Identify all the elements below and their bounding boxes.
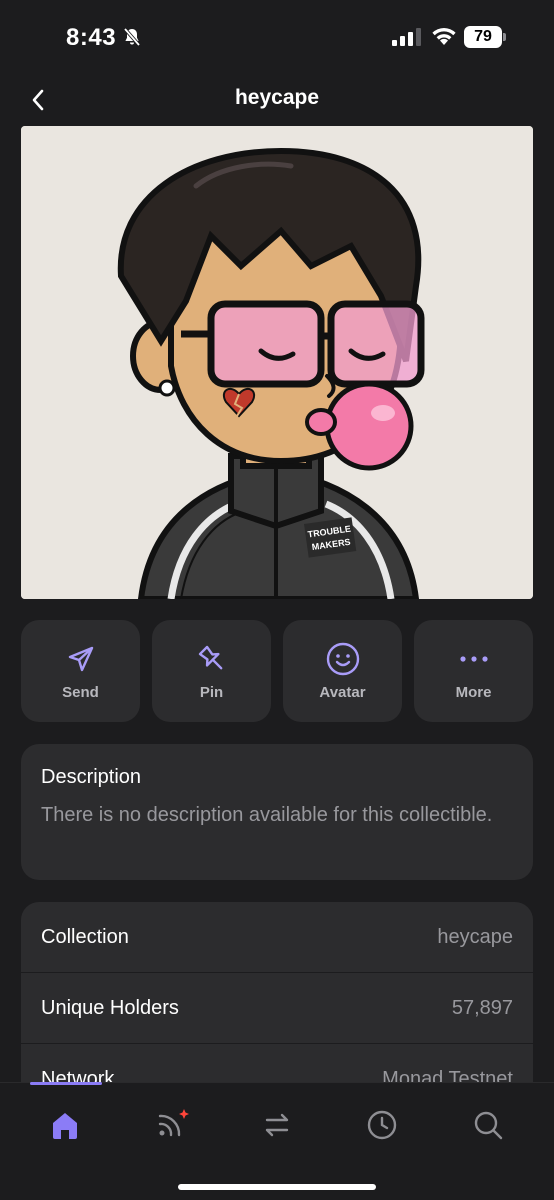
network-label: Network — [41, 1067, 115, 1083]
info-row-holders: Unique Holders 57,897 — [21, 973, 533, 1044]
swap-icon — [265, 1113, 289, 1137]
tab-history[interactable] — [360, 1103, 404, 1147]
send-icon — [64, 642, 98, 676]
holders-value: 57,897 — [451, 996, 513, 1019]
description-card: Description There is no description avai… — [21, 744, 533, 880]
battery-tip — [503, 33, 506, 41]
description-text: There is no description available for th… — [41, 804, 493, 826]
home-icon — [53, 1113, 77, 1139]
tab-feed[interactable] — [150, 1103, 194, 1147]
network-value: Monad Testnet — [382, 1067, 513, 1083]
tab-home[interactable] — [43, 1103, 87, 1147]
screen: 8:43 79 heycape TROUBLE MAKERS Send Pin … — [0, 0, 554, 1200]
avatar-button[interactable]: Avatar — [283, 620, 402, 722]
content-scroll[interactable]: TROUBLE MAKERS Send Pin Avatar More Desc… — [0, 126, 554, 1082]
status-bar: 8:43 79 — [0, 0, 554, 74]
pin-button[interactable]: Pin — [152, 620, 271, 722]
nav-header: heycape — [0, 74, 554, 126]
cellular-signal-icon — [392, 28, 421, 46]
info-row-collection[interactable]: Collection heycape — [21, 902, 533, 973]
home-indicator — [178, 1184, 376, 1190]
more-button[interactable]: More — [414, 620, 533, 722]
feed-icon — [158, 1109, 189, 1137]
tab-swap[interactable] — [255, 1103, 299, 1147]
page-title: heycape — [234, 86, 320, 109]
more-dots-icon — [457, 642, 491, 676]
tab-bar — [0, 1082, 554, 1200]
clock-icon — [367, 1110, 397, 1140]
collection-value: heycape — [437, 925, 513, 948]
pin-label: Pin — [199, 683, 224, 701]
nft-image[interactable]: TROUBLE MAKERS — [21, 126, 533, 599]
pin-icon — [195, 642, 229, 676]
action-row: Send Pin Avatar More — [21, 620, 533, 722]
info-card: Collection heycape Unique Holders 57,897… — [21, 902, 533, 1082]
send-label: Send — [62, 683, 99, 701]
avatar-label: Avatar — [319, 683, 366, 701]
search-icon — [474, 1111, 503, 1140]
info-row-network: Network Monad Testnet — [21, 1044, 533, 1083]
tab-search[interactable] — [466, 1103, 510, 1147]
description-title: Description — [41, 766, 142, 788]
battery-indicator: 79 — [464, 26, 506, 48]
send-button[interactable]: Send — [21, 620, 140, 722]
battery-level: 79 — [464, 26, 502, 48]
wifi-icon — [432, 27, 456, 45]
holders-label: Unique Holders — [41, 996, 179, 1019]
status-time: 8:43 — [66, 24, 117, 51]
collection-label: Collection — [41, 925, 129, 948]
smiley-icon — [326, 642, 360, 676]
nft-avatar-illustration: TROUBLE MAKERS — [21, 126, 533, 599]
bell-slash-icon — [123, 27, 141, 47]
more-label: More — [455, 683, 492, 701]
active-tab-indicator — [30, 1082, 102, 1085]
